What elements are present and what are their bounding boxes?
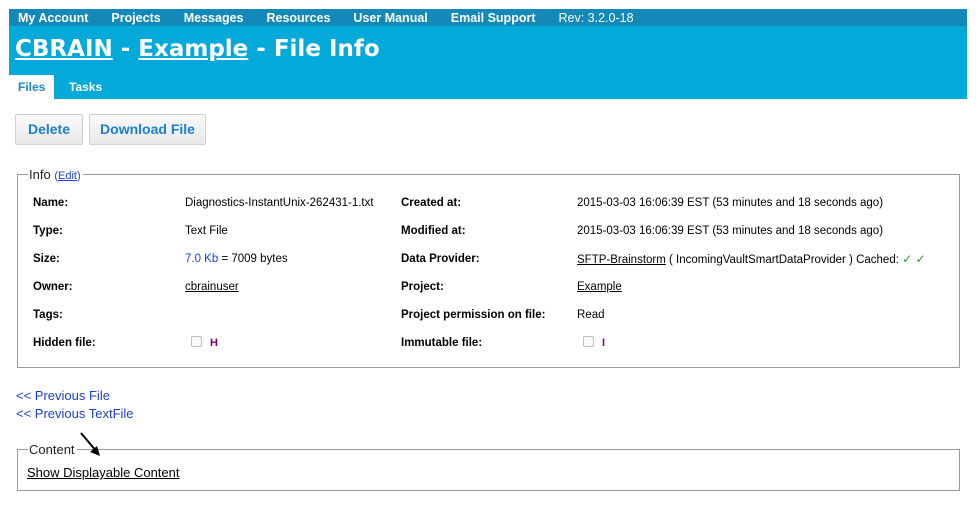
show-displayable-content-link[interactable]: Show Displayable Content [27, 465, 179, 480]
hidden-file-control: H [191, 336, 218, 350]
immutable-flag: I [602, 337, 606, 349]
top-nav-bar: My Account Projects Messages Resources U… [9, 9, 967, 26]
revision-label: Rev: 3.2.0-18 [558, 10, 634, 25]
nav-user-manual[interactable]: User Manual [353, 11, 427, 25]
nav-my-account[interactable]: My Account [18, 11, 88, 25]
permission-value: Read [577, 309, 605, 321]
hidden-file-checkbox[interactable] [191, 336, 202, 347]
edit-paren-close: ) [76, 170, 81, 182]
permission-label: Project permission on file: [401, 309, 546, 321]
content-legend: Content [29, 442, 75, 457]
nav-resources[interactable]: Resources [266, 11, 330, 25]
data-provider-value: SFTP-Brainstorm ( IncomingVaultSmartData… [577, 252, 926, 267]
size-value: 7.0 Kb = 7009 bytes [185, 252, 288, 266]
tab-bar: Files Tasks [9, 75, 967, 99]
size-label: Size: [33, 253, 60, 265]
modified-label: Modified at: [401, 225, 466, 237]
size-kb-link[interactable]: 7.0 Kb [185, 253, 218, 265]
download-file-button[interactable]: Download File [89, 114, 206, 145]
edit-link[interactable]: Edit [58, 170, 77, 182]
nav-projects[interactable]: Projects [111, 11, 160, 25]
hidden-flag: H [210, 337, 218, 349]
tags-label: Tags: [33, 309, 63, 321]
project-label: Project: [401, 281, 444, 293]
owner-label: Owner: [33, 281, 73, 293]
immutable-file-control: I [583, 336, 605, 350]
page-header: CBRAIN - Example - File Info [9, 26, 967, 75]
project-link[interactable]: Example [138, 36, 248, 62]
cached-check-icon: ✓ ✓ [902, 252, 926, 266]
data-provider-label: Data Provider: [401, 253, 480, 265]
info-legend: Info (Edit) [28, 167, 83, 182]
title-separator: - [112, 36, 139, 62]
previous-textfile-link[interactable]: << Previous TextFile [16, 406, 134, 422]
owner-link[interactable]: cbrainuser [185, 280, 239, 294]
tab-files[interactable]: Files [9, 75, 55, 99]
delete-button[interactable]: Delete [15, 114, 83, 145]
nav-messages[interactable]: Messages [184, 11, 244, 25]
immutable-file-checkbox[interactable] [583, 336, 594, 347]
nav-email-support[interactable]: Email Support [451, 11, 536, 25]
data-provider-link[interactable]: SFTP-Brainstorm [577, 254, 666, 266]
created-value: 2015-03-03 16:06:39 EST (53 minutes and … [577, 197, 884, 209]
type-value: Text File [185, 225, 228, 237]
name-label: Name: [33, 197, 69, 209]
hidden-file-label: Hidden file: [33, 337, 96, 349]
size-bytes: = 7009 bytes [218, 253, 288, 265]
previous-file-link[interactable]: << Previous File [16, 388, 110, 404]
page-title: CBRAIN - Example - File Info [15, 35, 380, 63]
tab-tasks[interactable]: Tasks [60, 75, 111, 99]
modified-value: 2015-03-03 16:06:39 EST (53 minutes and … [577, 225, 884, 237]
name-value: Diagnostics-InstantUnix-262431-1.txt [185, 197, 374, 209]
title-suffix: - File Info [248, 36, 380, 62]
type-label: Type: [33, 225, 63, 237]
info-legend-text: Info [29, 167, 51, 182]
project-value-link[interactable]: Example [577, 280, 622, 294]
immutable-file-label: Immutable file: [401, 337, 483, 349]
data-provider-type: ( IncomingVaultSmartDataProvider ) Cache… [665, 254, 903, 266]
arrow-pointer-icon [80, 432, 100, 456]
created-label: Created at: [401, 197, 462, 209]
home-link[interactable]: CBRAIN [15, 36, 113, 62]
